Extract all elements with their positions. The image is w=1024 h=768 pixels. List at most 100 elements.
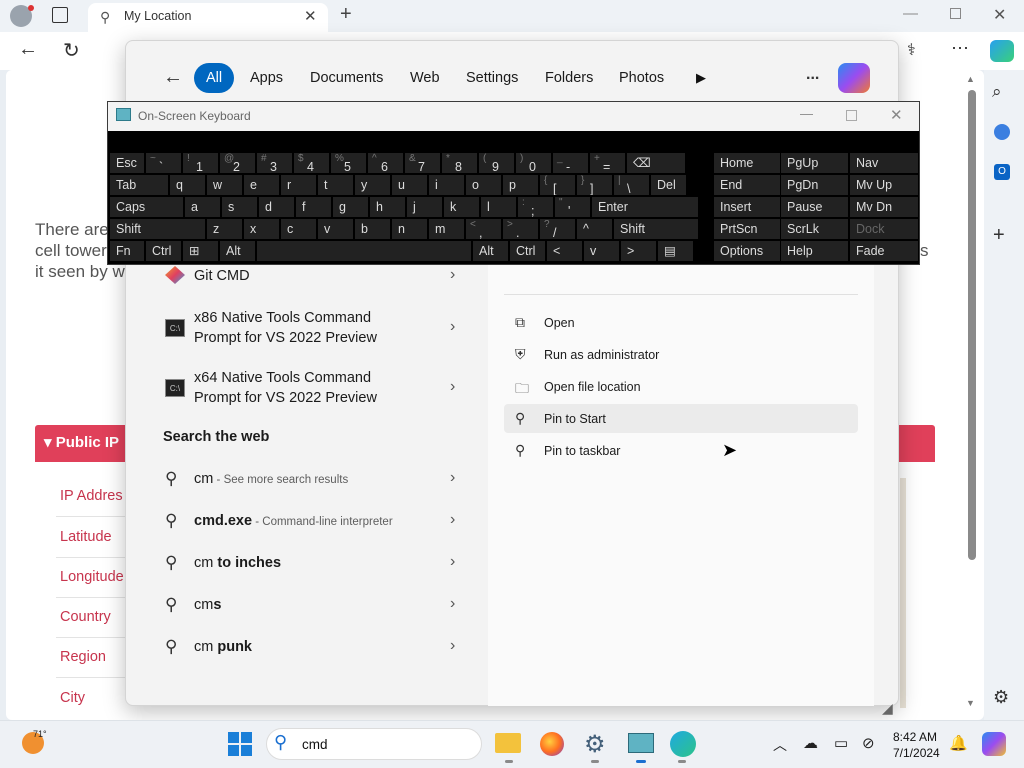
filter-tab-settings[interactable]: Settings	[466, 63, 518, 93]
start-button-icon[interactable]	[228, 732, 252, 756]
extension-icon[interactable]: ⚕	[907, 40, 916, 60]
osk-key[interactable]: + =	[590, 153, 625, 173]
web-suggestion[interactable]: cmd.exe - Command-line interpreter	[194, 513, 393, 529]
osk-key[interactable]: @2	[220, 153, 255, 173]
file-explorer-icon[interactable]	[495, 733, 521, 753]
osk-key[interactable]: Esc	[110, 153, 144, 173]
refresh-icon[interactable]: ↻	[63, 38, 80, 63]
osk-nav-key[interactable]: Pause	[781, 197, 848, 217]
search-options-button[interactable]: ...	[806, 66, 819, 84]
osk-key[interactable]: Shift	[110, 219, 205, 239]
osk-nav-key[interactable]: Help	[781, 241, 848, 261]
osk-key[interactable]: * 8	[442, 153, 477, 173]
osk-key[interactable]: p	[503, 175, 538, 195]
osk-key[interactable]: Ctrl	[146, 241, 181, 261]
osk-key[interactable]: Enter	[592, 197, 698, 217]
resize-grip-icon[interactable]: ◢	[882, 700, 893, 717]
filter-tab-web[interactable]: Web	[410, 63, 440, 93]
osk-key[interactable]: Alt	[473, 241, 508, 261]
web-suggestion[interactable]: cm - See more search results	[194, 471, 348, 487]
osk-key[interactable]: #3	[257, 153, 292, 173]
osk-taskbar-icon[interactable]	[628, 733, 654, 753]
filter-tab-apps[interactable]: Apps	[250, 63, 283, 93]
chevron-right-icon[interactable]: ›	[450, 469, 455, 487]
copilot-icon[interactable]	[990, 40, 1014, 62]
action-run-as-admin[interactable]: Run as administrator	[544, 348, 659, 362]
osk-key[interactable]: n	[392, 219, 427, 239]
osk-nav-key[interactable]: Dock	[850, 219, 918, 239]
osk-key[interactable]: x	[244, 219, 279, 239]
osk-key[interactable]: Fn	[110, 241, 144, 261]
more-tabs-play-icon[interactable]: ▶	[696, 70, 706, 86]
osk-key[interactable]: $4	[294, 153, 329, 173]
osk-key[interactable]: h	[370, 197, 405, 217]
osk-key[interactable]: " '	[555, 197, 590, 217]
osk-key[interactable]: ~ `	[146, 153, 181, 173]
osk-nav-key[interactable]: PgUp	[781, 153, 848, 173]
osk-minimize-icon[interactable]: —	[800, 106, 813, 121]
clock-time[interactable]: 8:42 AM	[893, 730, 937, 744]
osk-nav-key[interactable]: Options	[714, 241, 780, 261]
taskbar-search-box[interactable]	[266, 728, 482, 760]
chevron-right-icon[interactable]: ›	[450, 637, 455, 655]
osk-key[interactable]: (9	[479, 153, 514, 173]
osk-key[interactable]: _ -	[553, 153, 588, 173]
osk-key[interactable]: o	[466, 175, 501, 195]
osk-key[interactable]: i	[429, 175, 464, 195]
osk-key[interactable]: ! 1	[183, 153, 218, 173]
scroll-down-icon[interactable]: ▼	[966, 698, 975, 708]
settings-icon[interactable]: ⚙	[993, 687, 1009, 708]
close-window-icon[interactable]: ✕	[993, 5, 1006, 25]
osk-key[interactable]: j	[407, 197, 442, 217]
clock-date[interactable]: 7/1/2024	[893, 746, 940, 760]
back-icon[interactable]: ←	[18, 38, 38, 61]
web-suggestion[interactable]: cm to inches	[194, 555, 281, 571]
osk-nav-key[interactable]: Nav	[850, 153, 918, 173]
taskbar-search-input[interactable]: cmd	[302, 737, 328, 752]
new-tab-icon[interactable]: +	[340, 3, 352, 26]
osk-key[interactable]: v	[318, 219, 353, 239]
osk-key[interactable]: c	[281, 219, 316, 239]
osk-key[interactable]: d	[259, 197, 294, 217]
copilot-search-icon[interactable]	[838, 63, 870, 93]
filter-tab-folders[interactable]: Folders	[545, 63, 593, 93]
osk-key[interactable]: | \	[614, 175, 649, 195]
action-pin-to-start[interactable]: Pin to Start	[544, 412, 606, 426]
osk-key[interactable]: Alt	[220, 241, 255, 261]
outlook-icon[interactable]: O	[994, 164, 1010, 180]
osk-key[interactable]: ▤	[658, 241, 693, 261]
osk-key[interactable]: & 7	[405, 153, 440, 173]
chevron-right-icon[interactable]: ›	[450, 511, 455, 529]
osk-key[interactable]: s	[222, 197, 257, 217]
show-hidden-icons-chevron-up-icon[interactable]: ︿	[773, 735, 787, 755]
chevron-right-icon[interactable]: ›	[450, 266, 455, 284]
osk-nav-key[interactable]: PgDn	[781, 175, 848, 195]
osk-key[interactable]: ^	[577, 219, 612, 239]
minimize-window-icon[interactable]: —	[903, 5, 918, 22]
osk-maximize-icon[interactable]	[846, 110, 857, 121]
filter-tab-documents[interactable]: Documents	[310, 63, 383, 93]
osk-close-icon[interactable]: ✕	[890, 106, 903, 124]
osk-key[interactable]: ? /	[540, 219, 575, 239]
scroll-up-icon[interactable]: ▲	[966, 74, 975, 84]
osk-nav-key[interactable]: Mv Dn	[850, 197, 918, 217]
result-x64-line1[interactable]: x64 Native Tools Command	[194, 370, 371, 386]
osk-nav-key[interactable]: End	[714, 175, 780, 195]
osk-key[interactable]: ⊞	[183, 241, 218, 261]
osk-key[interactable]: Tab	[110, 175, 168, 195]
osk-key[interactable]: :;	[518, 197, 553, 217]
chevron-right-icon[interactable]: ›	[450, 318, 455, 336]
osk-key[interactable]: Caps	[110, 197, 183, 217]
result-x86-line2[interactable]: Prompt for VS 2022 Preview	[194, 330, 377, 346]
osk-key[interactable]: m	[429, 219, 464, 239]
osk-key[interactable]: ⌫	[627, 153, 685, 173]
osk-nav-key[interactable]: Mv Up	[850, 175, 918, 195]
more-menu-icon[interactable]: ⋯	[951, 38, 969, 59]
osk-key[interactable]: >	[621, 241, 656, 261]
action-open-file-location[interactable]: Open file location	[544, 380, 641, 394]
osk-key[interactable]: Ctrl	[510, 241, 545, 261]
action-open[interactable]: Open	[544, 316, 575, 330]
action-pin-to-taskbar[interactable]: Pin to taskbar	[544, 444, 620, 458]
osk-key[interactable]: a	[185, 197, 220, 217]
filter-tab-all[interactable]: All	[194, 63, 234, 93]
